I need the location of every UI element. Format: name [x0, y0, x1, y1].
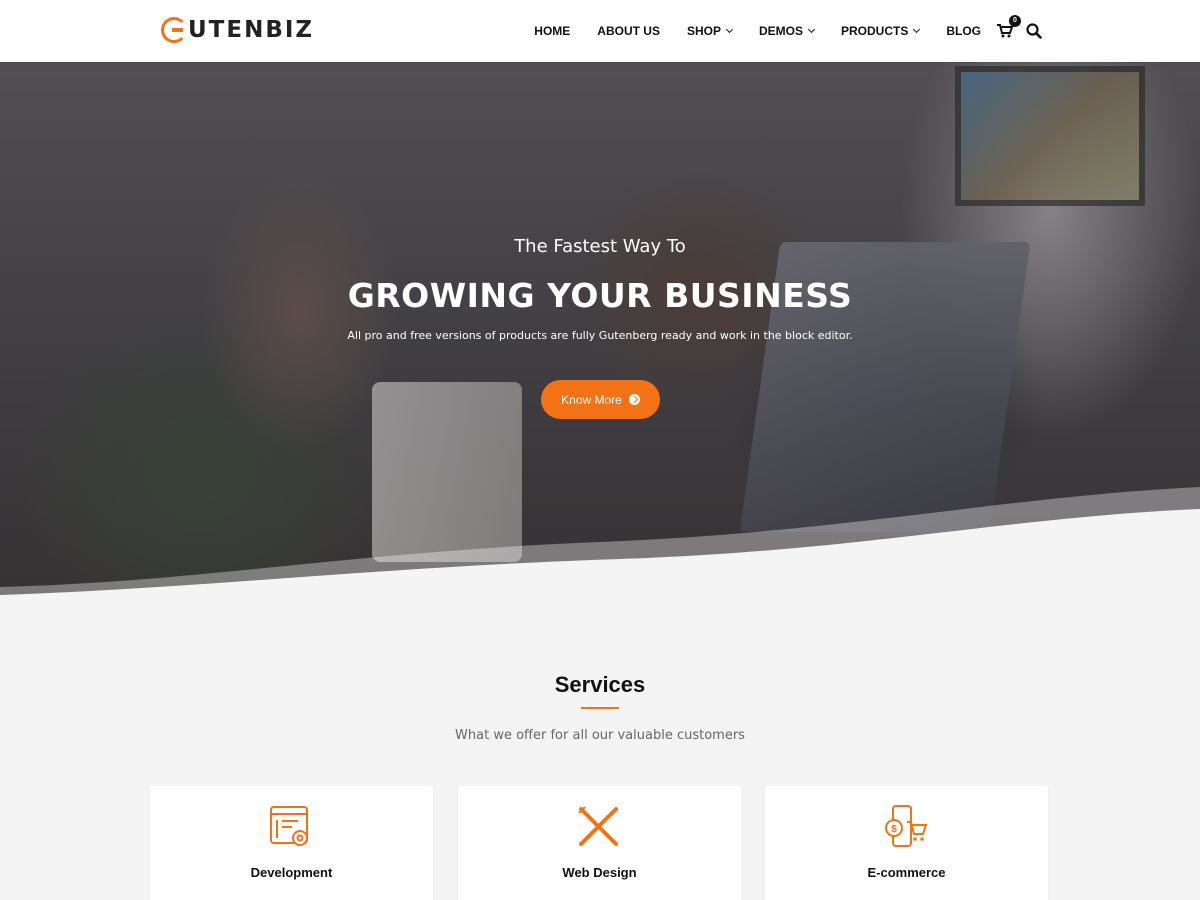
- services-underline: [581, 707, 619, 709]
- nav-label: DEMOS: [758, 24, 803, 38]
- nav-item-about-us[interactable]: ABOUT US: [597, 24, 660, 38]
- nav-label: BLOG: [946, 24, 981, 38]
- nav-label: HOME: [534, 24, 571, 38]
- svg-text:$: $: [891, 824, 897, 835]
- cart-count-badge: 0: [1009, 15, 1021, 27]
- nav-label: SHOP: [686, 24, 721, 38]
- services-subtitle: What we offer for all our valuable custo…: [455, 728, 745, 743]
- service-card-web-design[interactable]: Web Design: [458, 786, 741, 900]
- service-card-label: Web Design: [562, 865, 637, 880]
- service-card-ecommerce[interactable]: $ E-commerce: [765, 786, 1048, 900]
- nav-item-blog[interactable]: BLOG: [946, 24, 981, 38]
- nav-item-home[interactable]: HOME: [534, 24, 570, 38]
- hero-wave-divider: [0, 487, 1200, 597]
- hero-background-photo: [955, 66, 1145, 206]
- hero-subtitle: All pro and free versions of products ar…: [347, 329, 853, 342]
- nav-item-demos[interactable]: DEMOS: [758, 24, 816, 38]
- development-icon: [270, 806, 308, 846]
- nav-label: PRODUCTS: [840, 24, 909, 38]
- service-card-label: Development: [250, 865, 333, 880]
- hero-eyebrow: The Fastest Way To: [514, 236, 686, 257]
- nav-item-products[interactable]: PRODUCTS: [840, 24, 921, 38]
- hero-title: GROWING YOUR BUSINESS: [347, 276, 853, 315]
- know-more-label: Know More: [561, 392, 622, 407]
- chevron-down-icon: [725, 25, 734, 34]
- site-header: UTENBIZ HOME ABOUT US SHOP DEMOS PRODUCT…: [0, 0, 1200, 62]
- hero-section: The Fastest Way To GROWING YOUR BUSINESS…: [0, 62, 1200, 597]
- service-card-development[interactable]: Development: [150, 786, 433, 900]
- cart-icon: [997, 24, 1013, 38]
- know-more-button[interactable]: Know More: [541, 380, 660, 419]
- logo-text: UTENBIZ: [188, 17, 315, 43]
- nav-label: ABOUT US: [597, 24, 660, 38]
- chevron-down-icon: [913, 25, 921, 34]
- ecommerce-icon: $: [885, 805, 928, 847]
- arrow-circle-right-icon: [628, 394, 640, 405]
- web-design-icon: [578, 806, 618, 846]
- services-title: Services: [554, 672, 646, 697]
- site-logo[interactable]: UTENBIZ: [161, 15, 314, 45]
- search-button[interactable]: [1026, 23, 1042, 39]
- cart-button[interactable]: 0: [997, 15, 1021, 38]
- main-nav: HOME ABOUT US SHOP DEMOS PRODUCTS BLOG 0: [534, 0, 1042, 62]
- chevron-down-icon: [807, 25, 816, 34]
- search-icon: [1026, 23, 1042, 39]
- service-card-label: E-commerce: [867, 865, 946, 880]
- nav-item-shop[interactable]: SHOP: [686, 24, 734, 38]
- logo-g-icon: [161, 17, 187, 43]
